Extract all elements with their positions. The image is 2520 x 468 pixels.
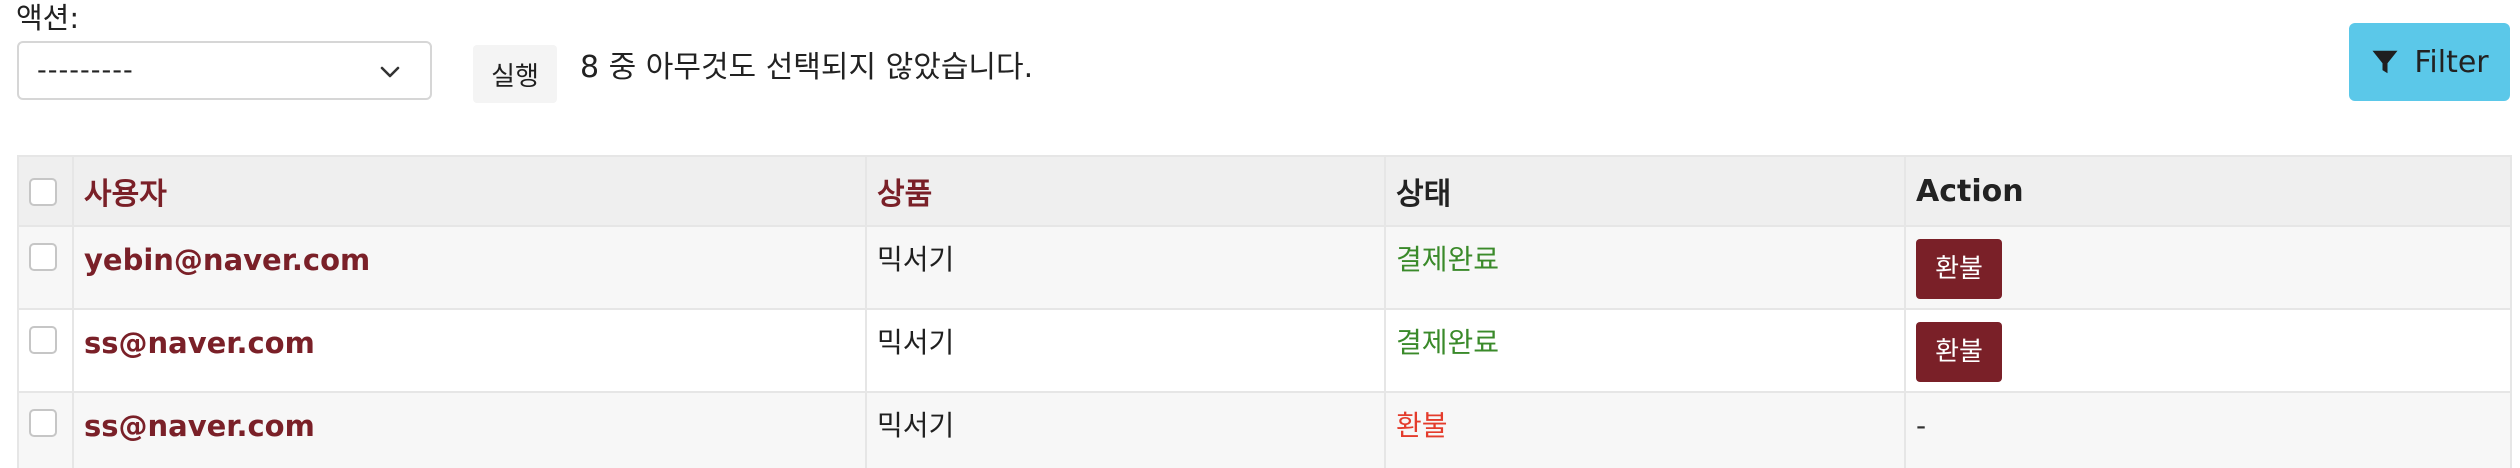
table-row: ss@naver.com 믹서기 환불 - xyxy=(17,391,2512,468)
status-text: 결제완료 xyxy=(1396,326,1500,359)
row-select-cell xyxy=(17,391,74,468)
selection-status: 8 중 아무것도 선택되지 않았습니다. xyxy=(580,50,1034,85)
user-link[interactable]: ss@naver.com xyxy=(84,326,315,360)
column-header-user[interactable]: 사용자 xyxy=(72,155,867,227)
column-header-product[interactable]: 상품 xyxy=(865,155,1386,227)
status-text: 환불 xyxy=(1396,409,1448,442)
action-label: 액션: xyxy=(16,1,80,35)
status-cell: 결제완료 xyxy=(1384,308,1906,393)
product-cell: 믹서기 xyxy=(865,308,1386,393)
status-cell: 환불 xyxy=(1384,391,1906,468)
table-row: yebin@naver.com 믹서기 결제완료 환불 xyxy=(17,225,2512,310)
action-select-value: --------- xyxy=(37,55,134,86)
action-cell: 환불 xyxy=(1904,308,2512,393)
product-cell: 믹서기 xyxy=(865,225,1386,310)
row-select-cell xyxy=(17,308,74,393)
no-action-dash: - xyxy=(1916,409,1927,442)
status-text: 결제완료 xyxy=(1396,243,1500,276)
action-cell: - xyxy=(1904,391,2512,468)
user-link[interactable]: yebin@naver.com xyxy=(84,243,370,277)
table-header-row: 사용자 상품 상태 Action xyxy=(17,155,2512,227)
row-checkbox[interactable] xyxy=(29,243,57,271)
run-action-button[interactable]: 실행 xyxy=(473,45,557,103)
row-checkbox[interactable] xyxy=(29,326,57,354)
filter-button[interactable]: Filter xyxy=(2349,23,2510,101)
user-link[interactable]: ss@naver.com xyxy=(84,409,315,443)
refund-button[interactable]: 환불 xyxy=(1916,322,2002,382)
user-cell: ss@naver.com xyxy=(72,391,867,468)
filter-button-label: Filter xyxy=(2414,44,2489,80)
select-all-checkbox[interactable] xyxy=(29,178,57,206)
product-cell: 믹서기 xyxy=(865,391,1386,468)
filter-icon xyxy=(2372,50,2398,74)
row-checkbox[interactable] xyxy=(29,409,57,437)
row-select-cell xyxy=(17,225,74,310)
action-cell: 환불 xyxy=(1904,225,2512,310)
action-select[interactable]: --------- xyxy=(17,41,432,100)
refund-button[interactable]: 환불 xyxy=(1916,239,2002,299)
user-cell: yebin@naver.com xyxy=(72,225,867,310)
chevron-down-icon xyxy=(380,66,400,78)
table-row: ss@naver.com 믹서기 결제완료 환불 xyxy=(17,308,2512,393)
column-header-status: 상태 xyxy=(1384,155,1906,227)
results-table: 사용자 상품 상태 Action yebin@naver.com 믹서기 결제완… xyxy=(17,155,2512,468)
user-cell: ss@naver.com xyxy=(72,308,867,393)
select-all-cell xyxy=(17,155,74,227)
column-header-action: Action xyxy=(1904,155,2512,227)
admin-changelist: 액션: --------- 실행 8 중 아무것도 선택되지 않았습니다. Fi… xyxy=(0,0,2520,468)
status-cell: 결제완료 xyxy=(1384,225,1906,310)
